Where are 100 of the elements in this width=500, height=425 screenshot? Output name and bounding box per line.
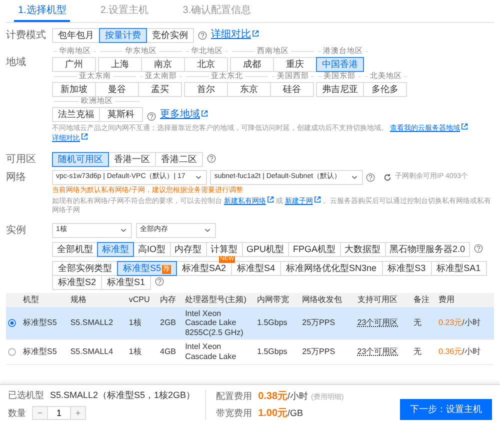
- region-option[interactable]: 孟买: [138, 82, 182, 97]
- table-cell: 23个可用区: [355, 306, 412, 340]
- region-option[interactable]: 首尔: [184, 82, 228, 97]
- field-label: 地域: [6, 56, 27, 69]
- help-icon[interactable]: [147, 112, 156, 121]
- field-label: 配置费用: [216, 390, 252, 401]
- region-option[interactable]: 中国香港: [316, 57, 364, 72]
- zone-option[interactable]: 香港二区: [155, 152, 203, 167]
- help-icon[interactable]: [366, 172, 376, 182]
- table-cell: 1核: [126, 340, 158, 364]
- column-header: 内存: [158, 292, 184, 307]
- help-icon[interactable]: [155, 277, 164, 286]
- region-option[interactable]: 硅谷: [270, 82, 314, 97]
- column-header: 支持可用区: [355, 292, 412, 307]
- external-link-icon: [252, 30, 259, 37]
- table-cell: 25万PPS: [300, 306, 356, 340]
- table-cell: 1.5Gbps: [255, 340, 300, 364]
- region-option[interactable]: 广州: [52, 57, 96, 72]
- quantity-field[interactable]: 1: [48, 406, 70, 420]
- type-option[interactable]: 标准网络优化型SN3ne: [280, 260, 383, 276]
- region-option[interactable]: 南京: [141, 57, 185, 72]
- table-cell: 标准型S5: [21, 306, 68, 340]
- column-header: 备注: [411, 292, 437, 307]
- table-cell: 无: [411, 306, 437, 340]
- decrement-button[interactable]: −: [32, 406, 48, 420]
- type-option[interactable]: 标准型SA2: [176, 260, 232, 276]
- external-link-icon: [460, 123, 468, 130]
- family-option[interactable]: 内存型: [170, 242, 207, 257]
- type-option[interactable]: 全部实例类型: [52, 260, 118, 276]
- next-step-button[interactable]: 下一步：设置主机: [400, 399, 492, 420]
- external-link-icon: [314, 196, 321, 204]
- family-option[interactable]: 大数据型: [340, 242, 386, 257]
- family-option[interactable]: 黑石物理服务器2.0: [384, 242, 470, 257]
- column-header: 规格: [68, 292, 127, 307]
- table-cell: Intel Xeon Cascade Lake: [183, 340, 256, 364]
- billing-option[interactable]: 包年包月: [52, 28, 100, 43]
- region-option[interactable]: 曼谷: [95, 82, 139, 97]
- table-cell: 1.5Gbps: [255, 306, 300, 340]
- table-cell: 1核: [126, 306, 158, 340]
- field-label: 数量: [8, 408, 26, 418]
- field-label: 网络: [6, 170, 27, 184]
- field-label: 实例: [6, 224, 27, 237]
- field-label: 带宽费用: [216, 408, 252, 418]
- region-option[interactable]: 弗吉尼亚: [316, 82, 364, 97]
- table-cell: 23个可用区: [355, 340, 412, 364]
- radio-button[interactable]: [8, 318, 16, 327]
- type-option[interactable]: 标准型SA1: [430, 260, 487, 276]
- table-cell: S5.SMALL2: [68, 306, 127, 340]
- help-icon[interactable]: [474, 244, 484, 254]
- region-option[interactable]: 东京: [227, 82, 271, 97]
- column-header: 机型: [21, 292, 68, 307]
- table-cell: 标准型S5: [21, 340, 68, 364]
- help-icon[interactable]: [198, 30, 207, 40]
- region-option[interactable]: 上海: [98, 57, 142, 72]
- increment-button[interactable]: +: [70, 406, 86, 420]
- region-option[interactable]: 成都: [230, 57, 274, 72]
- column-header: vCPU: [126, 292, 158, 307]
- family-option[interactable]: FPGA机型: [288, 242, 341, 257]
- table-cell: 无: [411, 340, 437, 364]
- radio-button[interactable]: [8, 348, 16, 356]
- table-cell: 25万PPS: [300, 340, 356, 364]
- family-option[interactable]: 全部机型: [52, 242, 98, 257]
- step-tab[interactable]: 1.选择机型: [14, 2, 70, 22]
- field-label: 可用区: [6, 152, 37, 166]
- region-option[interactable]: 法兰克福: [52, 107, 100, 122]
- family-option[interactable]: 计算型: [206, 242, 243, 257]
- external-link-icon: [201, 110, 208, 117]
- column-header: 内网带宽: [255, 292, 300, 307]
- column-header: 费用: [436, 292, 494, 307]
- help-icon[interactable]: [207, 154, 216, 164]
- link[interactable]: 详细对比: [211, 29, 259, 41]
- region-option[interactable]: 新加坡: [52, 82, 96, 97]
- region-option[interactable]: 重庆: [273, 57, 317, 72]
- region-option[interactable]: 北京: [184, 57, 228, 72]
- field-label: 已选机型: [8, 390, 44, 400]
- price-cell: 0.23元/小时: [436, 306, 494, 340]
- refresh-icon[interactable]: [383, 172, 392, 182]
- field-label: 计费模式: [6, 28, 47, 42]
- family-option[interactable]: 高IO型: [133, 242, 171, 257]
- external-link-icon: [266, 196, 274, 204]
- chosen-instance: S5.SMALL2（标准型S5，1核2GB）: [50, 390, 196, 400]
- type-option[interactable]: 标准型S4: [231, 260, 282, 276]
- type-option[interactable]: 标准型S3: [382, 260, 432, 276]
- region-option[interactable]: 莫斯科: [99, 107, 143, 122]
- external-link-icon: [81, 133, 88, 140]
- config-price: 0.38元/小时: [258, 390, 308, 401]
- billing-option[interactable]: 按量计费: [99, 28, 147, 43]
- column-header: 处理器型号(主频): [183, 292, 256, 307]
- family-option[interactable]: GPU机型: [242, 242, 290, 257]
- billing-option[interactable]: 竞价实例: [146, 28, 194, 43]
- type-option[interactable]: 标准型S2: [52, 274, 102, 290]
- table-cell: 2GB: [158, 306, 184, 340]
- region-option[interactable]: 多伦多: [363, 82, 407, 97]
- table-cell: Intel Xeon Cascade Lake 8255C(2.5 GHz): [183, 306, 256, 340]
- zone-option[interactable]: 香港一区: [108, 152, 156, 167]
- link[interactable]: 更多地域: [160, 109, 208, 121]
- table-cell: 4GB: [158, 340, 184, 364]
- family-option[interactable]: 标准型: [97, 242, 134, 257]
- bandwidth-price: 1.00元/GB: [258, 408, 304, 418]
- zone-option[interactable]: 随机可用区: [52, 152, 109, 167]
